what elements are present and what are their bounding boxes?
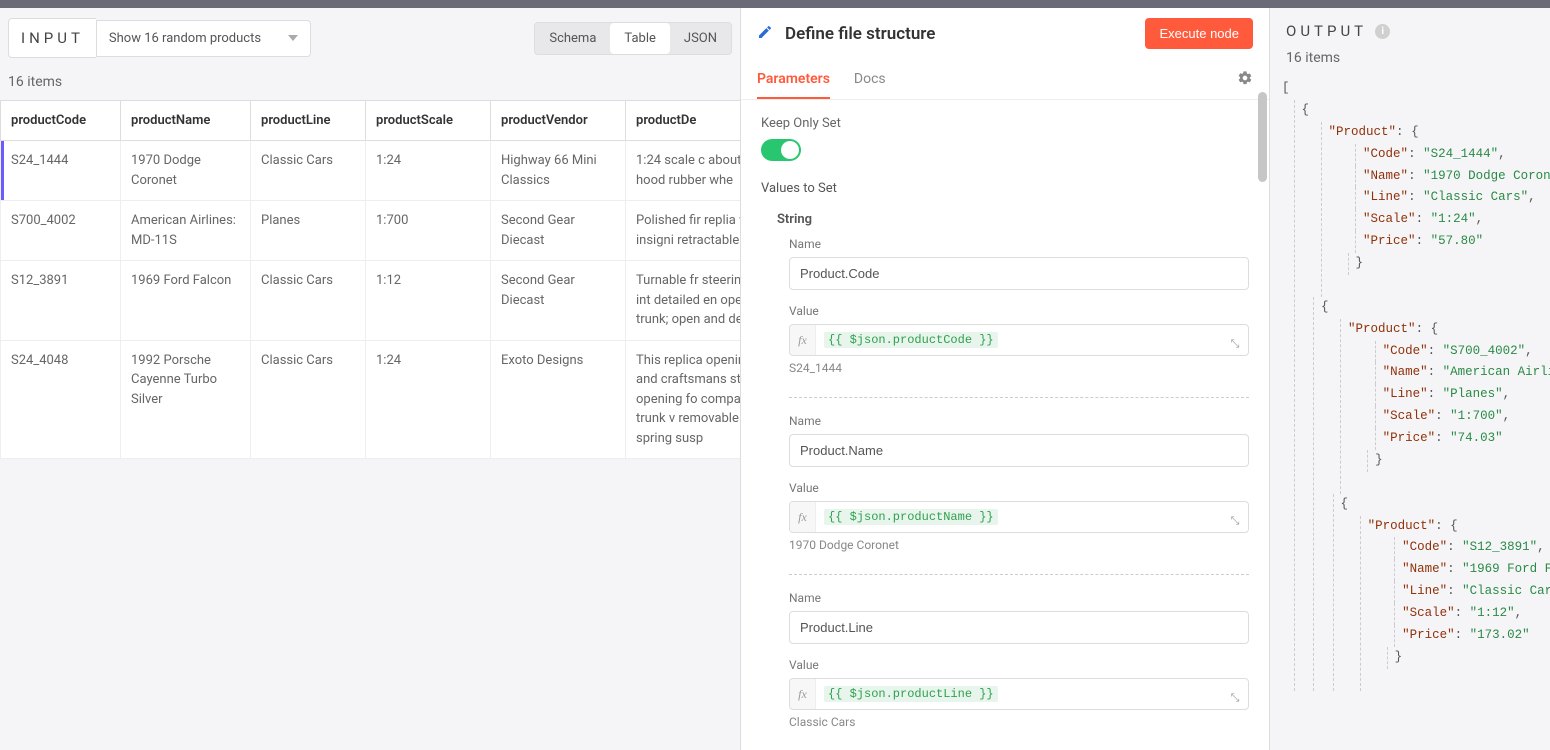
table-cell: S24_4048 [1, 340, 121, 459]
table-cell: S24_1444 [1, 141, 121, 201]
field-name-input[interactable] [789, 434, 1249, 467]
tab-parameters[interactable]: Parameters [757, 61, 830, 99]
table-cell: Second Gear Diecast [491, 261, 626, 341]
table-cell: 1:24 scale c about 18" l open, hood rubb… [626, 141, 741, 201]
keep-only-set-toggle[interactable] [761, 139, 801, 161]
expand-icon[interactable]: ⤡ [1222, 679, 1248, 709]
expand-icon[interactable]: ⤡ [1222, 502, 1248, 532]
expression-preview: 1970 Dodge Coronet [789, 538, 1249, 552]
table-cell: 1992 Porsche Cayenne Turbo Silver [121, 340, 251, 459]
field-name-input[interactable] [789, 611, 1249, 644]
view-table[interactable]: Table [610, 23, 669, 54]
table-cell: Turnable fr steering fu detailed int det… [626, 261, 741, 341]
table-row[interactable]: S24_14441970 Dodge CoronetClassic Cars1:… [1, 141, 741, 201]
chevron-down-icon [288, 35, 298, 41]
fx-icon: fx [790, 325, 816, 355]
output-items-count: 16 items [1270, 50, 1550, 74]
view-toggle: Schema Table JSON [534, 22, 732, 55]
values-to-set-label: Values to Set [761, 181, 1249, 196]
field-value-label: Value [789, 304, 1249, 318]
column-header[interactable]: productLine [251, 101, 366, 141]
table-cell: S700_4002 [1, 201, 121, 261]
field-name-label: Name [789, 414, 1249, 428]
table-row[interactable]: S12_38911969 Ford FalconClassic Cars1:12… [1, 261, 741, 341]
execute-node-button[interactable]: Execute node [1145, 18, 1253, 49]
table-cell: 1:24 [366, 141, 491, 201]
column-header[interactable]: productName [121, 101, 251, 141]
input-items-count: 16 items [0, 68, 740, 100]
input-source-text: Show 16 random products [109, 31, 261, 46]
input-source-select[interactable]: Show 16 random products [96, 20, 311, 57]
expression-preview: Classic Cars [789, 715, 1249, 729]
column-header[interactable]: productScale [366, 101, 491, 141]
table-row[interactable]: S700_4002American Airlines: MD-11SPlanes… [1, 201, 741, 261]
table-cell: 1:12 [366, 261, 491, 341]
field-name-input[interactable] [789, 257, 1249, 290]
column-header[interactable]: productCode [1, 101, 121, 141]
input-label: INPUT [8, 18, 96, 58]
config-title: Define file structure [785, 24, 1133, 44]
output-json[interactable]: [ { "Product": { "Code": "S24_1444", "Na… [1270, 74, 1550, 750]
input-table[interactable]: productCodeproductNameproductLineproduct… [0, 100, 740, 750]
gear-icon[interactable] [1237, 70, 1253, 90]
keep-only-set-label: Keep Only Set [761, 116, 1249, 131]
table-cell: Highway 66 Mini Classics [491, 141, 626, 201]
output-panel: OUTPUT i 16 items [ { "Product": { "Code… [1270, 8, 1550, 750]
config-body[interactable]: Keep Only Set Values to Set String Name V… [741, 100, 1269, 750]
scrollbar-thumb[interactable] [1258, 92, 1267, 182]
table-cell: Exoto Designs [491, 340, 626, 459]
expression-input[interactable]: fx{{ $json.productName }}⤡ [789, 501, 1249, 533]
expression-input[interactable]: fx{{ $json.productLine }}⤡ [789, 678, 1249, 710]
table-cell: Planes [251, 201, 366, 261]
table-cell: S12_3891 [1, 261, 121, 341]
table-cell: 1970 Dodge Coronet [121, 141, 251, 201]
table-cell: 1:24 [366, 340, 491, 459]
expression-preview: S24_1444 [789, 361, 1249, 375]
pencil-icon [757, 24, 773, 44]
string-section-label: String [761, 208, 1249, 237]
input-panel: INPUT Show 16 random products Schema Tab… [0, 8, 740, 750]
config-panel: Define file structure Execute node Param… [740, 8, 1270, 750]
expression-input[interactable]: fx{{ $json.productCode }}⤡ [789, 324, 1249, 356]
view-json[interactable]: JSON [670, 23, 731, 54]
info-icon[interactable]: i [1375, 24, 1390, 39]
column-header[interactable]: productVendor [491, 101, 626, 141]
expand-icon[interactable]: ⤡ [1222, 325, 1248, 355]
table-cell: This replica opening do detail and craft… [626, 340, 741, 459]
table-cell: American Airlines: MD-11S [121, 201, 251, 261]
table-cell: Polished fir replia with and insigni ret… [626, 201, 741, 261]
table-cell: Classic Cars [251, 340, 366, 459]
top-bar [0, 0, 1550, 8]
view-schema[interactable]: Schema [535, 23, 610, 54]
field-value-label: Value [789, 658, 1249, 672]
tab-docs[interactable]: Docs [854, 61, 886, 99]
fx-icon: fx [790, 502, 816, 532]
field-name-label: Name [789, 591, 1249, 605]
table-cell: Second Gear Diecast [491, 201, 626, 261]
table-cell: 1:700 [366, 201, 491, 261]
fx-icon: fx [790, 679, 816, 709]
field-value-label: Value [789, 481, 1249, 495]
table-cell: Classic Cars [251, 141, 366, 201]
column-header[interactable]: productDe [626, 101, 741, 141]
table-row[interactable]: S24_40481992 Porsche Cayenne Turbo Silve… [1, 340, 741, 459]
field-name-label: Name [789, 237, 1249, 251]
table-cell: Classic Cars [251, 261, 366, 341]
output-label: OUTPUT [1286, 22, 1367, 40]
table-cell: 1969 Ford Falcon [121, 261, 251, 341]
